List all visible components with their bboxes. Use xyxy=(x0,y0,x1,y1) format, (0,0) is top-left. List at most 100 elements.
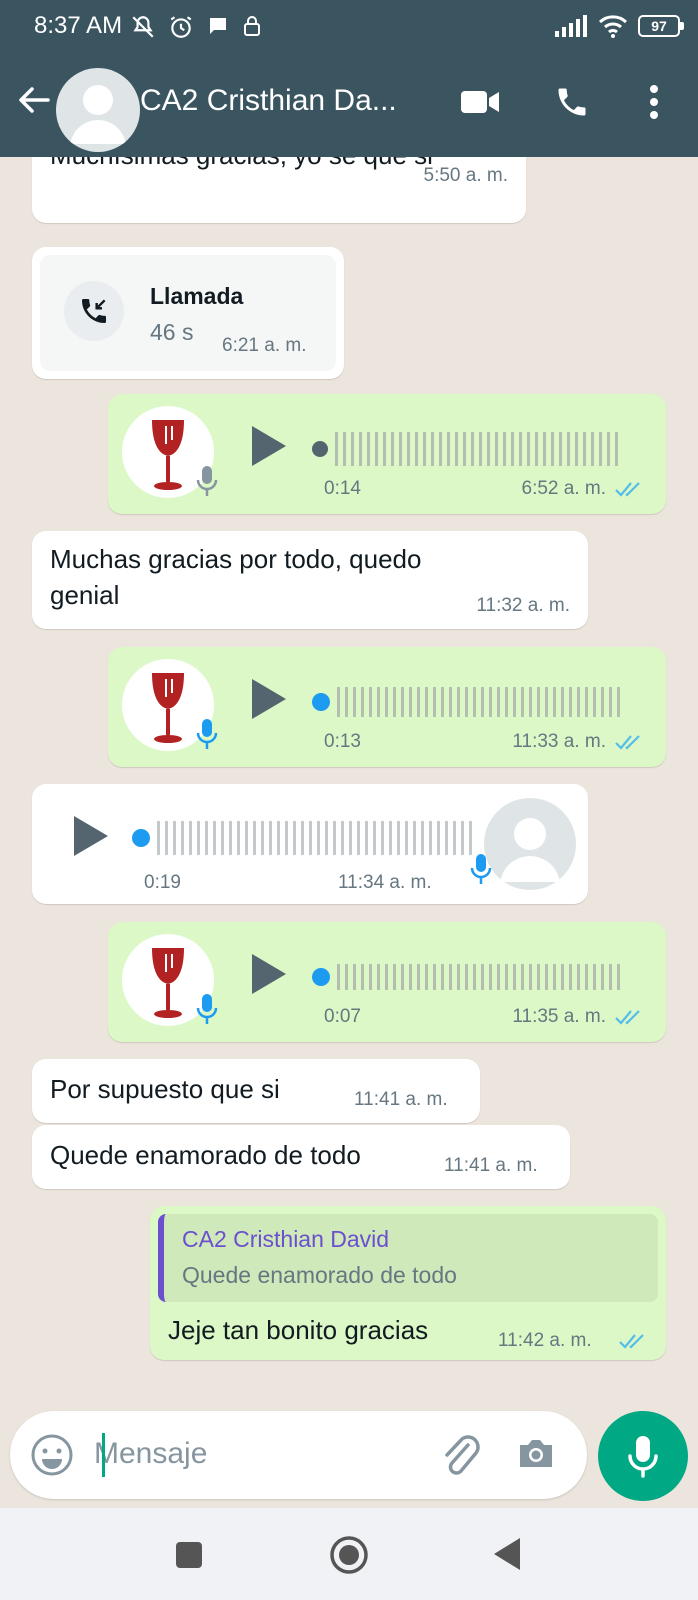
message-time: 11:35 a. m. xyxy=(512,1006,606,1027)
recent-apps-button[interactable] xyxy=(174,1540,204,1575)
waveform-thumb[interactable] xyxy=(312,441,328,457)
paperclip-icon xyxy=(445,1435,480,1475)
message-text: Jeje tan bonito gracias xyxy=(168,1315,429,1345)
triangle-back-icon xyxy=(494,1538,520,1570)
call-title: Llamada xyxy=(150,283,244,309)
message-incoming-text[interactable]: Quede enamorado de todo 11:41 a. m. xyxy=(32,1125,570,1189)
call-card[interactable]: Llamada 46 s 6:21 a. m. xyxy=(40,255,336,371)
message-time: 11:33 a. m. xyxy=(512,731,606,752)
waveform[interactable] xyxy=(312,958,622,996)
chat-header: 8:37 AM 97 CA2 Cristhian Da... xyxy=(0,0,698,157)
play-button[interactable] xyxy=(248,952,288,1001)
message-outgoing-reply[interactable]: CA2 Cristhian David Quede enamorado de t… xyxy=(150,1206,666,1360)
message-composer[interactable] xyxy=(10,1411,587,1499)
text-caret xyxy=(102,1433,105,1477)
call-icon-circle xyxy=(64,281,124,341)
app-bar: CA2 Cristhian Da... xyxy=(0,62,698,152)
arrow-left-icon xyxy=(19,87,50,113)
waveform-thumb[interactable] xyxy=(312,968,330,986)
waveform[interactable] xyxy=(132,818,472,858)
camera-icon xyxy=(520,1440,552,1467)
waveform-bars xyxy=(337,687,622,717)
play-button[interactable] xyxy=(248,424,288,473)
message-incoming-text[interactable]: Por supuesto que si 11:41 a. m. xyxy=(32,1059,480,1123)
contact-avatar[interactable] xyxy=(56,68,140,152)
more-vertical-icon xyxy=(650,85,658,119)
microphone-icon xyxy=(196,994,218,1024)
wifi-icon xyxy=(598,15,628,38)
lock-icon xyxy=(244,16,260,36)
microphone-icon xyxy=(196,719,218,749)
message-time: 6:21 a. m. xyxy=(222,335,307,356)
message-text: Muchísimas gracias, yo se que si xyxy=(50,157,433,174)
more-options-button[interactable] xyxy=(632,80,676,124)
back-nav-button[interactable] xyxy=(492,1536,522,1577)
voice-record-button[interactable] xyxy=(598,1411,688,1501)
waveform-thumb[interactable] xyxy=(312,693,330,711)
voice-duration: 0:07 xyxy=(324,1006,361,1027)
default-avatar-icon xyxy=(500,818,560,882)
waveform-thumb[interactable] xyxy=(132,829,150,847)
voice-duration: 0:19 xyxy=(144,872,181,893)
read-ticks-icon xyxy=(619,1334,644,1349)
system-navigation-bar xyxy=(0,1508,698,1600)
message-time: 6:52 a. m. xyxy=(521,478,607,499)
home-circle-icon xyxy=(330,1536,368,1574)
message-time: 11:32 a. m. xyxy=(476,595,570,616)
voice-call-button[interactable] xyxy=(550,80,594,124)
play-icon xyxy=(74,816,108,856)
chat-area[interactable]: Muchísimas gracias, yo se que si 5:50 a.… xyxy=(0,157,698,1402)
message-time: 11:41 a. m. xyxy=(444,1155,538,1176)
attach-button[interactable] xyxy=(438,1431,482,1484)
message-outgoing-voice[interactable]: 0:13 11:33 a. m. xyxy=(108,647,666,767)
battery-indicator: 97 xyxy=(638,15,684,37)
call-duration: 46 s xyxy=(150,319,194,345)
play-button[interactable] xyxy=(70,814,110,863)
status-bar: 8:37 AM 97 xyxy=(0,0,698,52)
message-text-line2: genial xyxy=(50,580,120,610)
microphone-icon xyxy=(470,854,492,884)
quoted-message[interactable]: CA2 Cristhian David Quede enamorado de t… xyxy=(158,1214,658,1302)
microphone-icon xyxy=(196,466,218,496)
message-time: 5:50 a. m. xyxy=(423,165,509,186)
message-outgoing-voice[interactable]: 0:14 6:52 a. m. xyxy=(108,394,666,514)
play-icon xyxy=(252,954,286,994)
waveform-bars xyxy=(337,964,622,990)
alarm-icon xyxy=(170,16,192,38)
sender-avatar xyxy=(484,798,576,890)
message-call-log[interactable]: Llamada 46 s 6:21 a. m. xyxy=(32,247,344,379)
play-icon xyxy=(252,426,286,466)
waveform[interactable] xyxy=(312,430,622,468)
message-incoming-voice[interactable]: 0:19 11:34 a. m. xyxy=(32,784,588,904)
message-time: 11:41 a. m. xyxy=(354,1089,448,1110)
square-icon xyxy=(176,1542,202,1568)
video-camera-icon xyxy=(461,91,499,113)
emoji-button[interactable] xyxy=(30,1433,74,1482)
microphone-icon xyxy=(628,1436,658,1478)
contact-name[interactable]: CA2 Cristhian Da... xyxy=(140,84,397,118)
chat-notification-icon xyxy=(210,18,226,34)
back-button[interactable] xyxy=(14,80,54,120)
message-incoming-text[interactable]: Muchísimas gracias, yo se que si 5:50 a.… xyxy=(32,157,526,223)
read-ticks-icon xyxy=(615,1010,640,1025)
signal-icon xyxy=(555,15,587,37)
phone-icon xyxy=(558,88,586,116)
message-time: 11:42 a. m. xyxy=(498,1330,592,1351)
camera-button[interactable] xyxy=(516,1433,556,1478)
message-outgoing-voice[interactable]: 0:07 11:35 a. m. xyxy=(108,922,666,1042)
incoming-call-icon xyxy=(82,299,106,323)
waveform[interactable] xyxy=(312,683,622,721)
message-text-line1: Muchas gracias por todo, quedo xyxy=(50,544,422,574)
waveform-bars xyxy=(335,432,622,466)
video-call-button[interactable] xyxy=(458,80,502,124)
default-avatar-icon xyxy=(70,85,126,144)
message-incoming-text[interactable]: Muchas gracias por todo, quedo genial 11… xyxy=(32,531,588,629)
quote-author: CA2 Cristhian David xyxy=(182,1226,390,1252)
status-icons-right: 97 xyxy=(554,14,684,38)
mute-notifications-icon xyxy=(132,16,154,38)
status-time: 8:37 AM xyxy=(34,12,123,39)
home-button[interactable] xyxy=(328,1534,370,1581)
message-input[interactable] xyxy=(94,1429,424,1479)
play-button[interactable] xyxy=(248,677,288,726)
voice-duration: 0:13 xyxy=(324,731,361,752)
